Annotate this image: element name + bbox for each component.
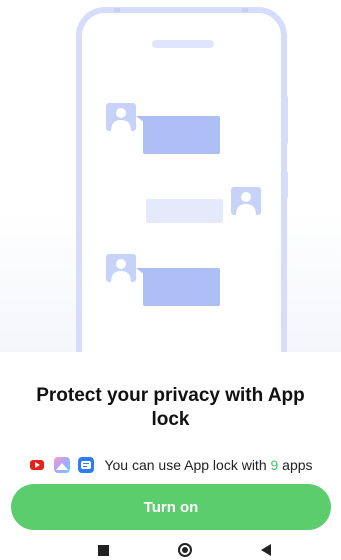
youtube-icon [28,457,47,473]
system-nav-bar [0,540,341,560]
back-button[interactable] [256,540,276,560]
app-lock-screen: Protect your privacy with App lock You c… [0,0,341,560]
gallery-icon [54,457,71,473]
phone-chat-illustration [0,0,341,352]
turn-on-button[interactable]: Turn on [11,484,331,530]
home-icon [178,543,192,557]
back-icon [261,544,271,556]
supported-apps-row: You can use App lock with 9 apps [0,455,341,475]
recent-apps-button[interactable] [93,540,113,560]
messages-icon [78,457,95,473]
supported-apps-text: You can use App lock with 9 apps [104,457,312,473]
apps-text-suffix: apps [278,457,313,473]
page-title: Protect your privacy with App lock [36,385,305,430]
home-button[interactable] [175,540,195,560]
recent-apps-icon [97,544,109,556]
apps-text-prefix: You can use App lock with [104,457,271,473]
